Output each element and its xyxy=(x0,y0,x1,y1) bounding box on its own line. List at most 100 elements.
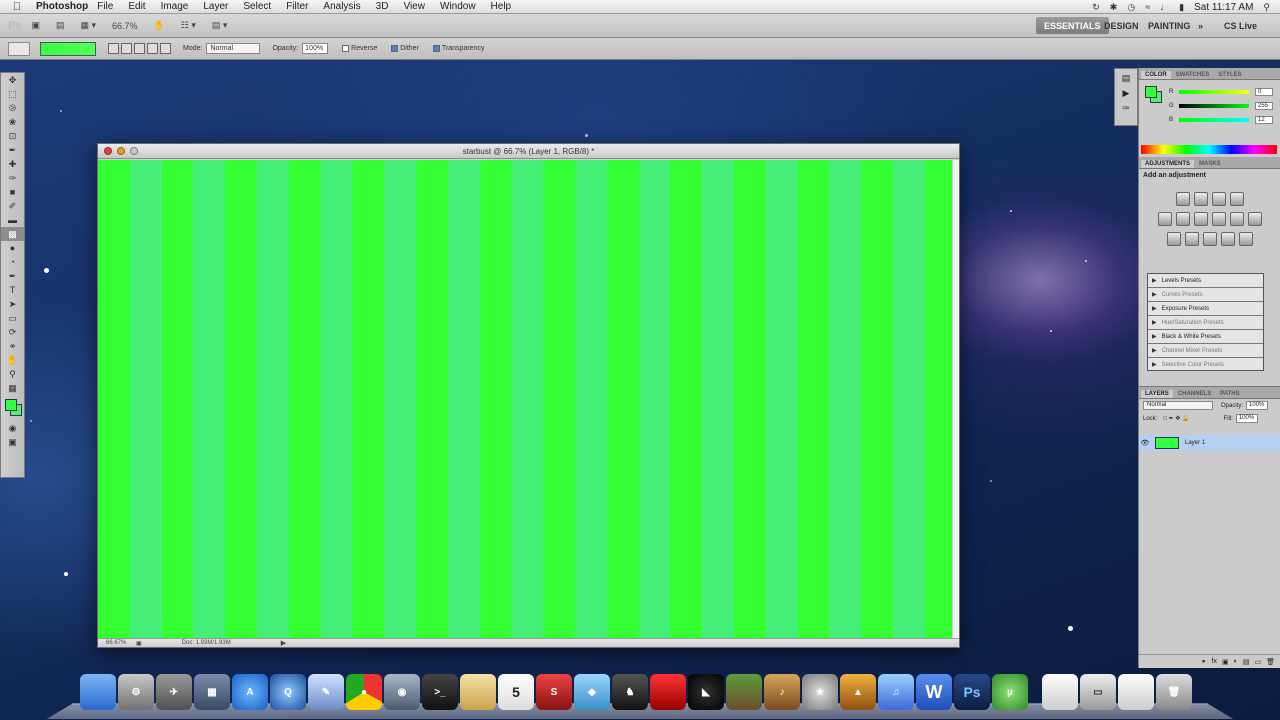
status-zoom[interactable]: 66.67% xyxy=(106,640,136,646)
preset-exposure[interactable]: ▶ Exposure Presets xyxy=(1148,302,1263,316)
layer-opacity-field[interactable]: 100% xyxy=(1246,401,1269,410)
gradient-tool-icon[interactable]: ▩ xyxy=(1,227,24,241)
gradient-map-icon[interactable] xyxy=(1220,232,1235,246)
layer-style-icon[interactable]: fx xyxy=(1212,658,1217,665)
garageband-icon[interactable]: ♪ xyxy=(764,674,800,710)
actions-panel-icon[interactable]: ▶ xyxy=(1123,88,1130,99)
hue-saturation-icon[interactable] xyxy=(1175,212,1190,226)
opacity-field[interactable]: 100% xyxy=(302,43,329,54)
color-swatches[interactable] xyxy=(1,395,24,421)
close-icon[interactable] xyxy=(104,147,112,155)
preset-levels[interactable]: ▶ Levels Presets xyxy=(1148,274,1263,288)
layer-name[interactable]: Layer 1 xyxy=(1185,440,1205,446)
zoom-icon[interactable] xyxy=(130,147,138,155)
status-info-icon[interactable]: ▣ xyxy=(136,640,142,647)
gradient-picker[interactable] xyxy=(40,41,96,56)
menu-edit[interactable]: Edit xyxy=(128,1,145,12)
mini-bridge-icon[interactable]: ▤ xyxy=(56,20,65,31)
path-selection-tool-icon[interactable]: ➤ xyxy=(1,297,24,311)
file-icon[interactable] xyxy=(1118,674,1154,710)
marquee-tool-icon[interactable]: ⬚ xyxy=(1,87,24,101)
lock-icons[interactable]: □ ✒ ✥ 🔒 xyxy=(1163,415,1189,422)
menu-filter[interactable]: Filter xyxy=(286,1,308,12)
guides-icon[interactable]: ▦ ▾ xyxy=(81,20,97,31)
trash-icon[interactable]: 🗑 xyxy=(1156,674,1192,710)
curves-icon[interactable] xyxy=(1211,192,1226,206)
levels-icon[interactable] xyxy=(1193,192,1208,206)
history-brush-tool-icon[interactable]: ✐ xyxy=(1,199,24,213)
layer-row[interactable]: 👁 Layer 1 xyxy=(1139,435,1280,451)
blue-value[interactable]: 12 xyxy=(1255,116,1273,124)
battery-icon[interactable]: ▮ xyxy=(1179,2,1184,13)
exposure-icon[interactable] xyxy=(1229,192,1244,206)
dodge-tool-icon[interactable]: ◔ xyxy=(1,255,24,269)
selective-color-icon[interactable] xyxy=(1238,232,1253,246)
invert-icon[interactable] xyxy=(1166,232,1181,246)
transparency-checkbox[interactable]: Transparency xyxy=(432,45,484,52)
quicktime-icon[interactable]: Q xyxy=(270,674,306,710)
add-mask-icon[interactable]: ▣ xyxy=(1222,658,1229,666)
tab-color[interactable]: COLOR xyxy=(1141,71,1171,79)
foreground-color-swatch[interactable] xyxy=(5,399,17,411)
status-menu-arrow-icon[interactable]: ▶ xyxy=(281,639,286,647)
preset-black-white[interactable]: ▶ Black & White Presets xyxy=(1148,330,1263,344)
trash-icon[interactable]: 🗑 xyxy=(1266,658,1275,666)
diamond-gradient-button[interactable] xyxy=(160,43,171,54)
history-panel-icon[interactable]: ▤ xyxy=(1122,73,1131,84)
blue-slider[interactable] xyxy=(1179,118,1249,122)
healing-tool-icon[interactable]: ✚ xyxy=(1,157,24,171)
tab-channels[interactable]: CHANNELS xyxy=(1174,390,1215,398)
blur-tool-icon[interactable]: ● xyxy=(1,241,24,255)
workspace-design[interactable]: DESIGN xyxy=(1096,17,1147,34)
workspace-more[interactable]: » xyxy=(1190,17,1211,34)
red-slider[interactable] xyxy=(1179,90,1249,94)
green-slider[interactable] xyxy=(1179,104,1249,108)
channel-mixer-icon[interactable] xyxy=(1247,212,1262,226)
preset-selective-color[interactable]: ▶ Selective Color Presets xyxy=(1148,358,1263,370)
mode-select[interactable]: Normal xyxy=(206,43,261,54)
blend-mode-select[interactable]: Normal xyxy=(1143,401,1213,410)
black-white-icon[interactable] xyxy=(1211,212,1226,226)
quick-mask-icon[interactable]: ◉ xyxy=(1,421,24,435)
brush-tool-icon[interactable]: ✑ xyxy=(1,171,24,185)
photo-filter-icon[interactable] xyxy=(1229,212,1244,226)
time-machine-icon[interactable]: ◷ xyxy=(1127,2,1135,13)
3d-rotate-tool-icon[interactable]: ⟳ xyxy=(1,325,24,339)
tab-swatches[interactable]: SWATCHES xyxy=(1172,71,1214,79)
menu-3d[interactable]: 3D xyxy=(376,1,389,12)
preset-channel-mixer[interactable]: ▶ Channel Mixer Presets xyxy=(1148,344,1263,358)
preset-curves[interactable]: ▶ Curves Presets xyxy=(1148,288,1263,302)
menu-image[interactable]: Image xyxy=(161,1,189,12)
menu-select[interactable]: Select xyxy=(243,1,271,12)
spotlight-icon[interactable]: ⚲ xyxy=(1263,2,1270,13)
menu-view[interactable]: View xyxy=(403,1,425,12)
green-value[interactable]: 255 xyxy=(1255,102,1273,110)
document-icon[interactable] xyxy=(1042,674,1078,710)
dither-checkbox[interactable]: Dither xyxy=(391,45,419,52)
serato-icon[interactable]: S xyxy=(536,674,572,710)
fill-field[interactable]: 100% xyxy=(1235,414,1258,423)
default-colors-icon[interactable]: ▦ xyxy=(1,381,24,395)
eraser-tool-icon[interactable]: ▬ xyxy=(1,213,24,227)
new-layer-icon[interactable]: ▭ xyxy=(1254,658,1261,666)
lasso-tool-icon[interactable]: ⧁ xyxy=(1,101,24,115)
pen-tool-icon[interactable]: ✒ xyxy=(1,269,24,283)
panel-foreground-swatch[interactable] xyxy=(1145,86,1157,98)
tab-adjustments[interactable]: ADJUSTMENTS xyxy=(1141,160,1195,168)
threshold-icon[interactable] xyxy=(1202,232,1217,246)
linear-gradient-button[interactable] xyxy=(108,43,119,54)
menu-window[interactable]: Window xyxy=(440,1,476,12)
menu-file[interactable]: File xyxy=(97,1,113,12)
word-icon[interactable]: W xyxy=(916,674,952,710)
menu-analysis[interactable]: Analysis xyxy=(323,1,360,12)
itunes-icon[interactable]: ♫ xyxy=(878,674,914,710)
crop-tool-icon[interactable]: ⊡ xyxy=(1,129,24,143)
screen-mode-icon[interactable]: ▤ ▾ xyxy=(212,20,228,31)
vibrance-icon[interactable] xyxy=(1157,212,1172,226)
hand-tool-icon[interactable]: ✋ xyxy=(154,20,165,31)
iphoto-icon[interactable]: ▲ xyxy=(840,674,876,710)
terminal-icon[interactable]: >_ xyxy=(422,674,458,710)
photo-icon[interactable]: ◉ xyxy=(384,674,420,710)
ninja-icon[interactable]: ◣ xyxy=(688,674,724,710)
utorrent-icon[interactable]: µ xyxy=(992,674,1028,710)
